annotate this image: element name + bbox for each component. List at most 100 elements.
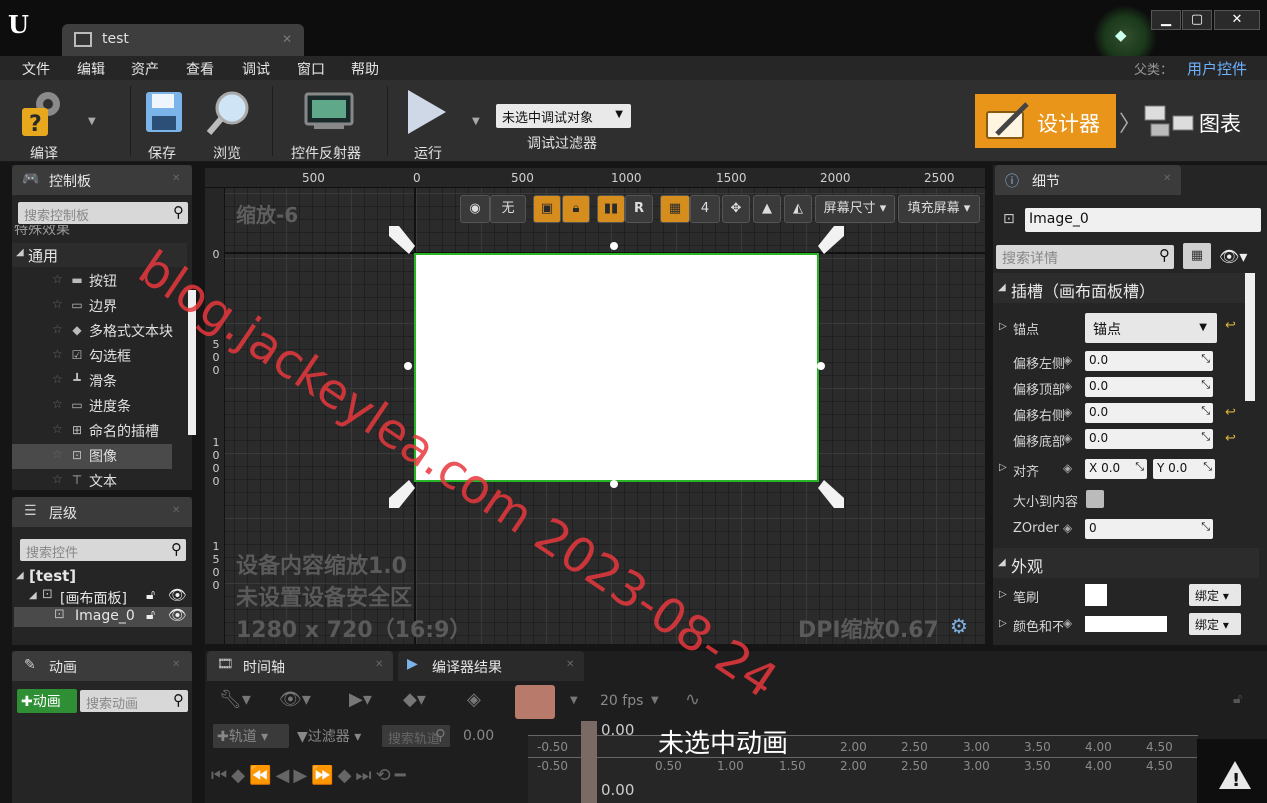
hierarchy-image-row[interactable]: ⊡ Image_0 🔓︎ 👁︎: [14, 606, 192, 627]
binding-diamond-icon[interactable]: ◈: [1063, 521, 1072, 535]
favorite-star-icon[interactable]: ☆: [52, 397, 63, 411]
close-tab-icon[interactable]: ✕: [282, 32, 292, 46]
transform-mode-icon[interactable]: ▮▮: [597, 195, 625, 223]
record-icon[interactable]: ━: [395, 765, 410, 786]
play-button[interactable]: 运行: [400, 86, 460, 162]
reset-to-default-icon[interactable]: ↩: [1225, 431, 1236, 446]
offset-right-input[interactable]: 0.0 ⤡: [1085, 403, 1213, 423]
add-track-button[interactable]: ✚轨道 ▾: [213, 724, 289, 748]
close-panel-icon[interactable]: ✕: [375, 659, 383, 670]
binding-diamond-icon[interactable]: ◈: [1063, 461, 1072, 475]
palette-tab[interactable]: 🎮 控制板 ✕: [12, 165, 192, 195]
offset-left-input[interactable]: 0.0 ⤡: [1085, 351, 1213, 371]
key-options-icon[interactable]: ◆▾: [403, 689, 426, 710]
document-tab-test[interactable]: test ✕: [62, 24, 304, 56]
dpi-settings-gear-icon[interactable]: ⚙: [950, 614, 968, 638]
favorite-star-icon[interactable]: ☆: [52, 297, 63, 311]
brush-color-swatch[interactable]: [1085, 584, 1107, 606]
resize-handle-top[interactable]: [610, 242, 618, 250]
layout-outline-toggle-icon[interactable]: ▣: [533, 195, 561, 223]
close-panel-icon[interactable]: ✕: [172, 505, 180, 516]
menu-view[interactable]: 查看: [186, 59, 214, 79]
menu-file[interactable]: 文件: [22, 59, 50, 79]
menu-asset[interactable]: 资产: [131, 59, 159, 79]
chevron-down-icon[interactable]: ▼: [651, 695, 659, 706]
palette-item-button[interactable]: ☆ ▬ 按钮: [12, 269, 187, 294]
chevron-down-icon[interactable]: ▼: [570, 695, 578, 706]
world-space-toggle-icon[interactable]: ◉: [460, 195, 490, 223]
palette-search-input[interactable]: 搜索控制板 ⚲: [18, 202, 188, 224]
timeline-tab[interactable]: 🎞︎ 时间轴 ✕: [207, 651, 393, 681]
lock-toggle-icon[interactable]: 🔒︎: [562, 195, 590, 223]
widget-reflector-button[interactable]: 控件反射器: [288, 86, 370, 162]
anchor-select[interactable]: 锚点 ▼: [1085, 313, 1217, 343]
palette-item-checkbox[interactable]: ☆ ☑ 勾选框: [12, 344, 187, 369]
fps-select[interactable]: 20 fps: [600, 693, 643, 709]
visibility-eye-icon[interactable]: 👁︎: [168, 586, 187, 604]
visibility-eye-icon[interactable]: 👁︎: [168, 606, 187, 624]
close-panel-icon[interactable]: ✕: [172, 659, 180, 670]
size-to-content-checkbox[interactable]: [1086, 490, 1104, 508]
localization-preview-select[interactable]: 无: [490, 195, 526, 223]
palette-item-text[interactable]: ☆ ⊤ 文本: [12, 469, 187, 490]
close-panel-icon[interactable]: ✕: [1163, 173, 1171, 184]
grid-snap-toggle-icon[interactable]: ▦: [660, 195, 690, 223]
zoom-to-fit-icon[interactable]: ✥: [722, 195, 750, 223]
play-reverse-icon[interactable]: ◀: [275, 765, 293, 786]
binding-diamond-icon[interactable]: ◈: [1063, 405, 1072, 419]
close-panel-icon[interactable]: ✕: [566, 659, 574, 670]
zorder-input[interactable]: 0 ⤡: [1085, 519, 1213, 539]
step-back-icon[interactable]: ⏪: [249, 765, 275, 786]
hierarchy-root-row[interactable]: ◢ [test]: [12, 567, 192, 587]
save-button[interactable]: 保存: [140, 86, 190, 162]
parent-class-link[interactable]: 用户控件: [1187, 58, 1247, 79]
favorite-star-icon[interactable]: ☆: [52, 422, 63, 436]
compile-options-chevron-icon[interactable]: ▼: [88, 116, 96, 127]
visibility-filter-eye-icon[interactable]: 👁︎▾: [1219, 247, 1247, 266]
screen-size-select[interactable]: 屏幕尺寸 ▾: [815, 195, 895, 223]
menu-edit[interactable]: 编辑: [77, 59, 105, 79]
palette-item-progress-bar[interactable]: ☆ ▭ 进度条: [12, 394, 187, 419]
offset-top-input[interactable]: 0.0 ⤡: [1085, 377, 1213, 397]
favorite-star-icon[interactable]: ☆: [52, 272, 63, 286]
favorite-star-icon[interactable]: ☆: [52, 472, 63, 486]
palette-item-slider[interactable]: ☆ ┻ 滑条: [12, 369, 187, 394]
favorite-star-icon[interactable]: ☆: [52, 347, 63, 361]
brush-bind-button[interactable]: 绑定 ▾: [1189, 584, 1241, 606]
binding-diamond-icon[interactable]: ◈: [1063, 353, 1072, 367]
view-options-eye-icon[interactable]: 👁︎▾: [279, 689, 311, 710]
hierarchy-canvas-row[interactable]: ◢ ⊡ [画布面板] 🔓︎ 👁︎: [12, 586, 192, 607]
animation-search-input[interactable]: 搜索动画 ⚲: [80, 690, 188, 712]
menu-debug[interactable]: 调试: [242, 59, 270, 79]
play-forward-icon[interactable]: ▶: [293, 765, 311, 786]
widget-name-input[interactable]: Image_0: [1025, 208, 1261, 232]
wrench-tools-icon[interactable]: 🔧︎▾: [219, 689, 251, 710]
unlock-icon[interactable]: 🔓︎: [146, 587, 155, 603]
minimize-window-button[interactable]: ▁: [1151, 10, 1181, 30]
binding-diamond-icon[interactable]: ◈: [1063, 431, 1072, 445]
favorite-star-icon[interactable]: ☆: [52, 372, 63, 386]
anchor-top-left-icon[interactable]: [385, 224, 417, 256]
reset-to-default-icon[interactable]: ↩: [1225, 405, 1236, 420]
menu-help[interactable]: 帮助: [351, 59, 379, 79]
designer-mode-button[interactable]: 设计器: [975, 94, 1116, 148]
grid-snap-size-select[interactable]: 4: [690, 195, 720, 223]
anchor-top-right-icon[interactable]: [816, 224, 848, 256]
favorite-star-icon[interactable]: ☆: [52, 447, 63, 461]
jump-to-end-icon[interactable]: ⏭: [355, 765, 375, 786]
next-key-icon[interactable]: ◆: [338, 765, 356, 786]
playhead-marker[interactable]: [581, 721, 597, 803]
timeline-filter-button[interactable]: ▼过滤器 ▾: [297, 726, 361, 746]
selected-image-widget[interactable]: [414, 253, 819, 482]
maximize-window-button[interactable]: ▢: [1182, 10, 1212, 30]
compile-button[interactable]: ? ▼ 编译: [18, 86, 96, 162]
playback-options-icon[interactable]: ▶▾: [349, 689, 372, 710]
details-tab[interactable]: ⓘ 细节 ✕: [995, 165, 1181, 195]
compiler-results-tab[interactable]: ▶ 编译器结果 ✕: [398, 651, 584, 681]
close-panel-icon[interactable]: ✕: [172, 173, 180, 184]
graph-mode-button[interactable]: 图表: [1141, 94, 1261, 148]
unlock-icon[interactable]: 🔓︎: [146, 607, 155, 623]
slot-section-header[interactable]: ◢ 插槽（画布面板槽）: [993, 273, 1245, 303]
alignment-y-input[interactable]: Y 0.0 ⤡: [1153, 459, 1215, 479]
snap-magnet-icon[interactable]: [515, 685, 555, 719]
